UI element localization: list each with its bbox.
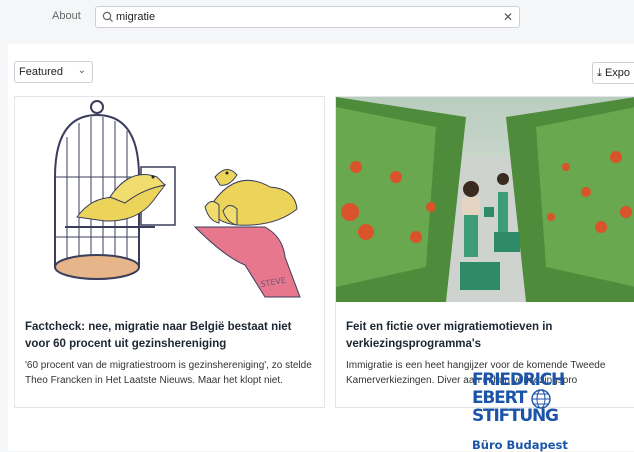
- about-link[interactable]: About: [52, 10, 81, 22]
- sort-dropdown[interactable]: Featured ⌄: [14, 61, 93, 83]
- export-label: Expo: [604, 67, 631, 79]
- search-input[interactable]: [116, 9, 496, 25]
- card-excerpt: '60 procent van de migratiestroom is gez…: [25, 360, 312, 386]
- logo-office: Büro Budapest: [472, 438, 568, 452]
- search-icon: [102, 11, 113, 22]
- card-illustration-birdcage: STEVE: [15, 97, 324, 302]
- fes-watermark-logo: FRIEDRICH EBERT STIFTUNG Büro Budapest: [462, 370, 592, 452]
- sort-selected-value: Featured: [19, 66, 64, 78]
- card-title[interactable]: Feit en fictie over migratiemotieven in …: [346, 319, 624, 353]
- chevron-down-icon: ⌄: [77, 65, 86, 76]
- search-box[interactable]: ✕: [95, 6, 520, 28]
- card-title[interactable]: Factcheck: nee, migratie naar België bes…: [25, 319, 314, 353]
- logo-line: EBERT: [472, 388, 527, 408]
- logo-line: FRIEDRICH: [472, 370, 565, 390]
- top-bar: About ✕: [0, 0, 634, 34]
- export-button[interactable]: ⤓ Expo: [592, 62, 634, 84]
- download-icon: ⤓: [597, 67, 602, 79]
- result-card[interactable]: STEVE Factcheck: nee, migratie naar Belg…: [14, 96, 325, 408]
- logo-line: STIFTUNG: [472, 406, 559, 426]
- card-illustration-greenhouse: [336, 97, 634, 302]
- result-card[interactable]: Feit en fictie over migratiemotieven in …: [335, 96, 634, 408]
- clear-search-icon[interactable]: ✕: [503, 10, 513, 24]
